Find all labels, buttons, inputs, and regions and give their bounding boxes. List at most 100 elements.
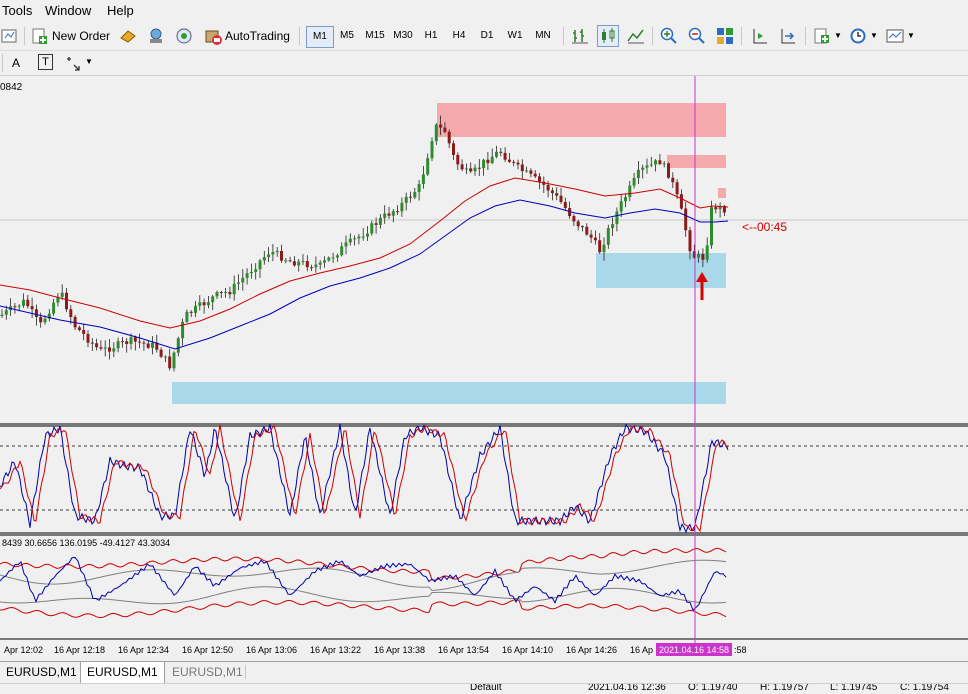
candle-body — [391, 211, 395, 216]
candle-body — [125, 341, 129, 344]
candle-body — [507, 159, 511, 162]
candle-body — [658, 160, 662, 165]
candle-body — [538, 176, 541, 182]
candle-body — [688, 230, 692, 252]
candle-countdown: <--00:45 — [742, 220, 787, 234]
price-chart[interactable]: 0842 <--00:45 8439 30.6656 136.0195 -49.… — [0, 76, 968, 661]
candlestick-icon[interactable] — [597, 25, 619, 47]
candle-body — [563, 202, 567, 209]
tab-eurusd-m1[interactable]: EURUSD,M1 — [166, 662, 249, 683]
candle-body — [606, 228, 610, 245]
candle-body — [430, 141, 434, 159]
time-label: 16 Apr 12:18 — [54, 645, 105, 655]
status-profile: Default — [470, 683, 502, 693]
candle-body — [13, 306, 17, 308]
candle-body — [288, 260, 292, 262]
chevron-down-icon[interactable]: ▼ — [870, 31, 878, 40]
chevron-down-icon[interactable]: ▼ — [85, 57, 93, 66]
candle-body — [559, 195, 563, 203]
tf-h1[interactable]: H1 — [418, 26, 444, 46]
supply-zone — [437, 103, 726, 137]
tf-m5[interactable]: M5 — [334, 26, 360, 46]
candle-body — [710, 207, 713, 246]
templates-icon[interactable] — [885, 26, 905, 46]
candle-body — [146, 343, 150, 348]
candle-body — [292, 261, 296, 266]
autotrading-button[interactable]: AutoTrading — [203, 25, 290, 47]
menu-window[interactable]: Window — [45, 3, 91, 18]
zoom-out-icon[interactable] — [687, 26, 707, 46]
menu-help[interactable]: Help — [107, 3, 134, 18]
chart-window[interactable]: 0842 <--00:45 8439 30.6656 136.0195 -49.… — [0, 76, 968, 661]
tile-windows-icon[interactable] — [715, 26, 735, 46]
candle-body — [108, 347, 111, 352]
time-label: 16 Apr 13:38 — [374, 645, 425, 655]
navigator-icon[interactable] — [174, 26, 194, 46]
candle-body — [546, 184, 550, 191]
candle-body — [90, 342, 94, 344]
candle-body — [671, 177, 675, 183]
candle-body — [258, 260, 262, 270]
data-window-icon[interactable] — [146, 26, 166, 46]
candle-body — [443, 127, 447, 132]
time-label: 16 Apr 12:34 — [118, 645, 169, 655]
chart-tabs: EURUSD,M1 EURUSD,M1 EURUSD,M1 — [0, 661, 968, 684]
arrows-tool-icon[interactable] — [64, 54, 82, 72]
tf-w1[interactable]: W1 — [502, 26, 528, 46]
candle-body — [654, 160, 658, 165]
candle-body — [0, 314, 4, 316]
time-label: 16 Apr 13:06 — [246, 645, 297, 655]
candle-body — [555, 193, 559, 196]
candle-body — [262, 257, 266, 261]
tf-d1[interactable]: D1 — [474, 26, 500, 46]
periodicity-clock-icon[interactable] — [848, 26, 868, 46]
profiles-icon[interactable] — [0, 26, 20, 46]
text-label-tool-button[interactable]: T — [38, 54, 53, 70]
tab-eurusd-m1-active[interactable]: EURUSD,M1 — [80, 662, 165, 684]
candle-body — [589, 234, 593, 238]
tf-mn[interactable]: MN — [530, 26, 556, 46]
candle-body — [116, 341, 120, 349]
candle-body — [434, 124, 438, 142]
candle-body — [168, 356, 172, 369]
line-chart-icon[interactable] — [626, 26, 646, 46]
candle-body — [456, 154, 460, 165]
toolbar-separator — [652, 27, 653, 45]
zoom-in-icon[interactable] — [659, 26, 679, 46]
tf-m15[interactable]: M15 — [362, 26, 388, 46]
candle-body — [310, 267, 314, 269]
candle-body — [327, 257, 331, 261]
autoscroll-icon[interactable] — [778, 26, 798, 46]
tab-eurusd-m1[interactable]: EURUSD,M1 — [0, 662, 83, 683]
tf-m1[interactable]: M1 — [306, 26, 334, 48]
candle-body — [86, 333, 90, 343]
candle-body — [576, 221, 580, 227]
autotrading-label: AutoTrading — [225, 29, 290, 43]
candle-body — [593, 237, 597, 241]
candle-body — [533, 173, 537, 177]
tf-h4[interactable]: H4 — [446, 26, 472, 46]
candle-body — [335, 255, 339, 258]
chart-shift-icon[interactable] — [750, 26, 770, 46]
tf-m30[interactable]: M30 — [390, 26, 416, 46]
candle-body — [705, 245, 709, 260]
candle-body — [52, 302, 56, 314]
candle-body — [30, 306, 34, 310]
new-order-button[interactable]: New Order — [31, 25, 110, 47]
chevron-down-icon[interactable]: ▼ — [907, 31, 915, 40]
candle-body — [619, 201, 623, 212]
candle-body — [297, 261, 301, 266]
candle-body — [404, 196, 408, 203]
text-tool-button[interactable]: A — [12, 56, 20, 70]
chevron-down-icon[interactable]: ▼ — [834, 31, 842, 40]
candle-body — [43, 318, 47, 323]
indicators-icon[interactable] — [812, 26, 832, 46]
toolbar-separator — [741, 27, 742, 45]
menu-tools[interactable]: Tools — [2, 3, 32, 18]
candle-body — [344, 242, 348, 247]
new-order-icon — [32, 28, 47, 44]
market-watch-icon[interactable] — [118, 26, 138, 46]
bar-chart-icon[interactable] — [570, 26, 590, 46]
candle-body — [667, 163, 670, 178]
candle-body — [525, 170, 529, 172]
